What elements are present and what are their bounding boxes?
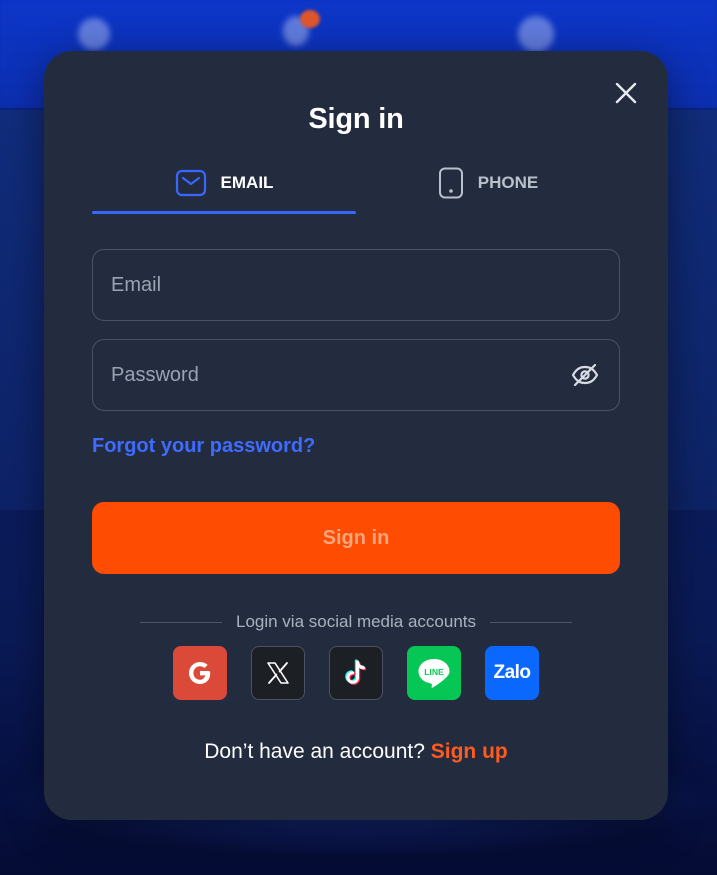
line-logo-text: LINE [424, 667, 444, 677]
line-icon: LINE [418, 659, 450, 688]
background-icon-blur [518, 16, 554, 52]
tab-phone-label: PHONE [477, 173, 539, 192]
social-caption: Login via social media accounts [235, 612, 477, 631]
smartphone-icon [438, 167, 463, 199]
eye-off-icon [571, 363, 599, 387]
google-login-button[interactable] [173, 646, 227, 700]
line-login-button[interactable]: LINE [407, 646, 461, 700]
close-icon [615, 82, 637, 104]
email-input[interactable] [111, 273, 601, 297]
background-badge-blur [300, 10, 320, 28]
email-field[interactable] [92, 249, 620, 321]
auth-method-tabs: EMAIL PHONE [92, 153, 620, 214]
divider-line [490, 621, 572, 623]
social-login-buttons: LINE Zalo [173, 646, 539, 700]
signup-question: Don’t have an account? [204, 740, 425, 763]
background-panel [668, 110, 717, 510]
active-tab-indicator [92, 211, 356, 214]
sign-in-modal: Sign in EMAIL PHONE Email Forgot your pa… [44, 51, 668, 820]
password-field[interactable] [92, 339, 620, 411]
sign-up-link[interactable]: Sign up [431, 740, 508, 763]
sign-in-button[interactable]: Sign in [92, 502, 620, 574]
signup-prompt: Don’t have an account? Sign up [44, 740, 668, 764]
tab-email-label: EMAIL [220, 173, 274, 192]
password-input[interactable] [111, 363, 569, 387]
tiktok-icon [345, 659, 367, 685]
background-icon-blur [78, 18, 110, 50]
zalo-icon: Zalo [493, 662, 531, 683]
tiktok-login-button[interactable] [329, 646, 383, 700]
background-panel [0, 110, 44, 510]
x-icon [267, 662, 289, 684]
x-login-button[interactable] [251, 646, 305, 700]
forgot-password-link[interactable]: Forgot your password? [92, 435, 315, 458]
social-divider: Login via social media accounts [140, 611, 572, 633]
password-visibility-toggle[interactable] [569, 359, 601, 391]
divider-line [140, 621, 222, 623]
zalo-login-button[interactable]: Zalo [485, 646, 539, 700]
envelope-icon [175, 169, 206, 197]
google-icon [189, 662, 211, 684]
modal-title: Sign in [308, 103, 404, 135]
tab-phone[interactable]: PHONE [356, 153, 620, 213]
tab-email[interactable]: EMAIL [92, 153, 356, 214]
